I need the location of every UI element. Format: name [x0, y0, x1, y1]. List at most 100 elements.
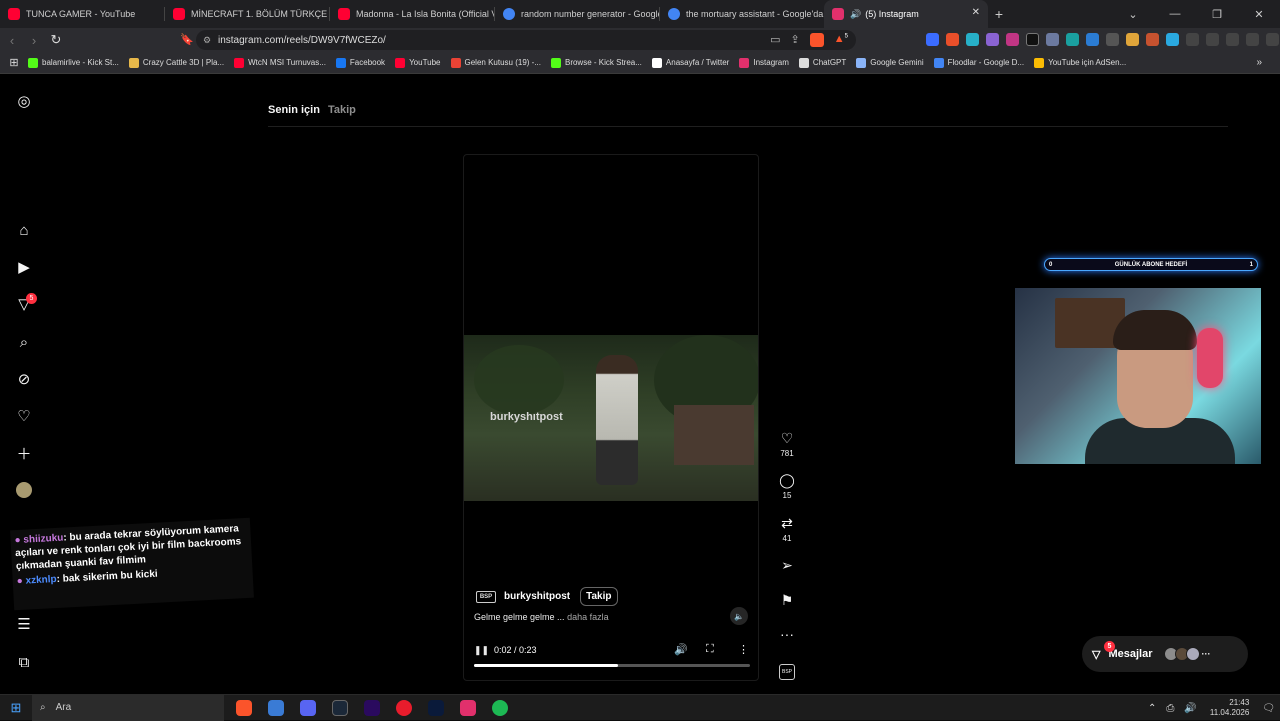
messages-button[interactable]: ▽ 5 Mesajlar ··· [1082, 636, 1248, 672]
search-icon[interactable]: ⌕ [14, 332, 34, 352]
reel-video-player[interactable]: burkyshıtpost BSP burkyshitpost Takip Ge… [463, 154, 759, 681]
extension-icon[interactable] [1106, 33, 1119, 46]
home-icon[interactable]: ⌂ [14, 220, 34, 240]
browser-tab[interactable]: random number generator - Google [495, 0, 659, 28]
address-bar[interactable]: 🔖 ⚙ instagram.com/reels/DW9V7fWCEZo/ ▭ ⇪… [180, 30, 856, 50]
more-menu-icon[interactable]: ☰ [14, 614, 34, 634]
photoshop-icon[interactable] [428, 699, 444, 716]
more-icon[interactable]: ··· [774, 626, 800, 642]
explore-icon[interactable]: ⊘ [14, 369, 34, 389]
cast-icon[interactable]: ▭ [770, 33, 780, 47]
browser-tab[interactable]: TUNCA GAMER - YouTube [0, 0, 164, 28]
app-icon[interactable] [268, 699, 284, 716]
bookmark-item[interactable]: Anasayfa / Twitter [651, 57, 729, 68]
mute-toggle-icon[interactable]: 🔈 [730, 607, 748, 625]
browser-tab[interactable]: Madonna - La Isla Bonita (Official Vid [330, 0, 494, 28]
notifications-heart-icon[interactable]: ♡ [14, 406, 34, 426]
taskbar-search[interactable]: ⌕ Ara [32, 694, 224, 721]
follow-button[interactable]: Takip [580, 587, 618, 606]
brave-rewards-icon[interactable]: ▲5 [834, 33, 848, 47]
author-avatar[interactable]: BSP [476, 590, 496, 603]
instagram-logo-icon[interactable]: ◎ [14, 91, 34, 111]
tab-following[interactable]: Takip [328, 104, 356, 116]
bookmark-item[interactable]: Instagram [739, 57, 789, 68]
music-icon[interactable] [1206, 33, 1219, 46]
more-bookmarks-icon[interactable]: » [1256, 57, 1262, 68]
apps-icon[interactable]: ⊞ [0, 56, 28, 69]
premiere-icon[interactable] [364, 699, 380, 716]
volume-icon[interactable]: 🔊 [1184, 703, 1196, 714]
bookmark-item[interactable]: Google Gemini [856, 57, 924, 68]
extension-icon[interactable] [1006, 33, 1019, 46]
bookmark-item[interactable]: Browse - Kick Strea... [550, 57, 642, 68]
browser-tab-active[interactable]: 🔊 (5) Instagram ✕ [824, 0, 988, 28]
bookmark-item[interactable]: Gelen Kutusu (19) -... [450, 57, 541, 68]
bookmark-item[interactable]: WtcN MSI Turnuvas... [234, 57, 326, 68]
extension-icon[interactable] [1126, 33, 1139, 46]
site-info-icon[interactable]: ⚙ [196, 35, 218, 46]
puzzle-icon[interactable] [1186, 33, 1199, 46]
leo-icon[interactable] [1266, 33, 1279, 46]
close-window-button[interactable]: ✕ [1238, 8, 1280, 21]
extension-icon[interactable] [986, 33, 999, 46]
url-text[interactable]: instagram.com/reels/DW9V7fWCEZo/ [218, 35, 386, 46]
steam-icon[interactable] [332, 699, 348, 716]
brave-shields-icon[interactable] [809, 33, 824, 47]
also-from-meta-icon[interactable]: ⧉ [14, 652, 34, 672]
audio-thumbnail[interactable]: BSP [774, 660, 800, 680]
bookmark-item[interactable]: Floodlar - Google D... [933, 57, 1024, 68]
bookmark-item[interactable]: Facebook [335, 57, 385, 68]
bookmark-item[interactable]: balamirlive - Kick St... [28, 57, 119, 68]
extension-icon[interactable] [966, 33, 979, 46]
tab-for-you[interactable]: Senin için [268, 104, 320, 116]
browser-tab[interactable]: the mortuary assistant - Google'da A [660, 0, 824, 28]
more-options-icon[interactable]: ⋮ [738, 643, 749, 656]
sidebar-icon[interactable] [1226, 33, 1239, 46]
extension-icon[interactable] [1166, 33, 1179, 46]
close-tab-icon[interactable]: ✕ [972, 7, 980, 18]
windows-start-icon[interactable]: ⊞ [0, 700, 32, 716]
fullscreen-icon[interactable]: ⛶ [706, 643, 714, 656]
spotify-icon[interactable] [492, 699, 508, 716]
author-name[interactable]: burkyshitpost [504, 591, 570, 602]
repost-icon[interactable]: ⇄ [774, 515, 800, 532]
bookmark-item[interactable]: YouTube için AdSen... [1034, 57, 1126, 68]
bookmark-item[interactable]: YouTube [395, 57, 441, 68]
discord-icon[interactable] [300, 699, 316, 716]
extension-icon[interactable] [946, 33, 959, 46]
bookmark-item[interactable]: Crazy Cattle 3D | Pla... [128, 57, 224, 68]
clock[interactable]: 21:43 11.04.2026 [1210, 698, 1249, 718]
extension-icon[interactable] [1066, 33, 1079, 46]
like-icon[interactable]: ♡ [774, 430, 800, 447]
pause-icon[interactable]: ❚❚ [474, 645, 489, 656]
reel-caption[interactable]: Gelme gelme gelme ... daha fazla [474, 612, 609, 622]
back-icon[interactable]: ‹ [2, 33, 22, 48]
bookmark-item[interactable]: ChatGPT [798, 57, 846, 68]
extension-icon[interactable] [926, 33, 939, 46]
forward-icon[interactable]: › [24, 33, 44, 48]
share-icon[interactable]: ➢ [774, 557, 800, 574]
extension-icon[interactable] [1026, 33, 1039, 46]
extension-icon[interactable] [1046, 33, 1059, 46]
bookmark-icon[interactable]: 🔖 [180, 33, 194, 46]
save-bookmark-icon[interactable]: ⚑ [774, 592, 800, 609]
reels-icon[interactable]: ▶ [14, 257, 34, 277]
extension-icon[interactable] [1086, 33, 1099, 46]
network-icon[interactable]: ⎙ [1166, 703, 1174, 714]
caption-more-link[interactable]: daha fazla [567, 612, 609, 622]
share-icon[interactable]: ⇪ [791, 33, 800, 47]
video-progress-bar[interactable] [474, 664, 750, 667]
profile-avatar[interactable] [14, 480, 34, 500]
create-icon[interactable]: ＋ [14, 443, 34, 463]
opera-icon[interactable] [396, 699, 412, 716]
comment-icon[interactable]: ◯ [774, 472, 800, 489]
restore-button[interactable]: ❐ [1196, 8, 1238, 21]
notification-center-icon[interactable]: 🗨 [1262, 703, 1275, 714]
instagram-icon[interactable] [460, 699, 476, 716]
browser-tab[interactable]: MİNECRAFT 1. BÖLÜM TÜRKÇE - You [165, 0, 329, 28]
minimize-button[interactable]: — [1154, 8, 1196, 20]
tab-search-icon[interactable]: ⌄ [1112, 8, 1154, 21]
tray-overflow-icon[interactable]: ⌃ [1148, 703, 1156, 714]
new-tab-button[interactable]: + [988, 6, 1010, 22]
volume-icon[interactable]: 🔊 [674, 643, 688, 656]
